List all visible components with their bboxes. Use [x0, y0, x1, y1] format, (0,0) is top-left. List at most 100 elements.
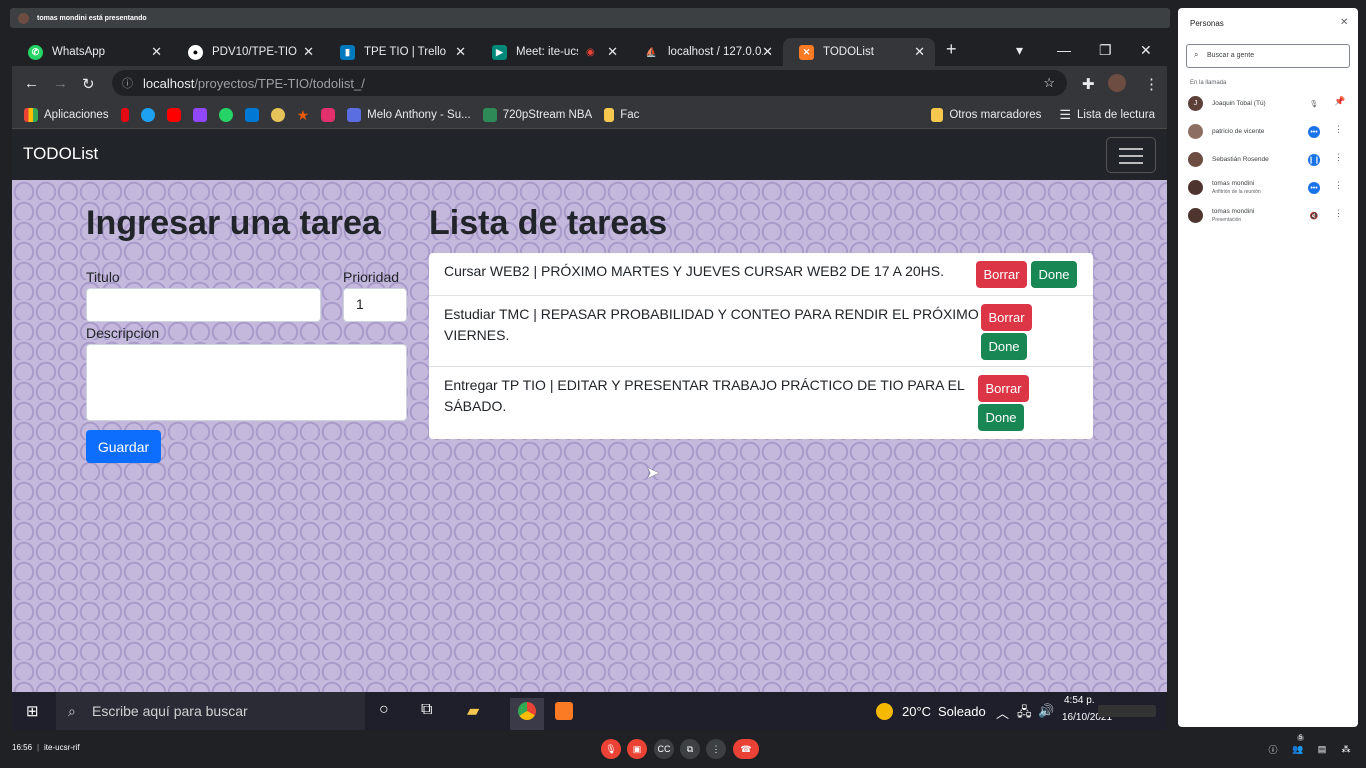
- bookmark-whatsapp[interactable]: [218, 108, 233, 122]
- more-vert-icon[interactable]: ⋮: [1334, 208, 1343, 219]
- close-panel-icon[interactable]: ✕: [1340, 17, 1348, 28]
- tab-github[interactable]: ● PDV10/TPE-TIO ✕: [172, 38, 324, 66]
- bookmark-720pstream[interactable]: 720pStream NBA: [482, 108, 592, 122]
- bookmark-melo[interactable]: Melo Anthony - Su...: [347, 108, 471, 122]
- profile-avatar[interactable]: [1108, 74, 1126, 92]
- close-icon[interactable]: ✕: [607, 44, 618, 60]
- new-tab-icon[interactable]: +: [946, 39, 957, 60]
- tab-search-icon[interactable]: ▾: [1016, 42, 1023, 59]
- window-close-icon[interactable]: ✕: [1140, 42, 1152, 59]
- bookmark-star[interactable]: ★: [297, 107, 310, 124]
- minimize-icon[interactable]: —: [1057, 42, 1071, 58]
- navbar-toggler[interactable]: [1106, 137, 1156, 173]
- chat-icon[interactable]: ▤: [1312, 739, 1332, 759]
- xampp-icon[interactable]: [555, 702, 573, 720]
- presenting-banner: tomas mondini está presentando: [10, 8, 1170, 28]
- done-button[interactable]: Done: [978, 404, 1024, 431]
- bookmark-youtube[interactable]: [166, 108, 181, 122]
- mouse-cursor-icon: ➤: [646, 465, 660, 482]
- folder-icon: [931, 108, 944, 122]
- bookmark-twitter[interactable]: [140, 108, 155, 122]
- tab-localhost[interactable]: ⛵ localhost / 127.0.0.1 ✕: [628, 38, 783, 66]
- participant-row[interactable]: tomas mondini Anfitrión de la reunión ••…: [1178, 174, 1358, 202]
- activities-icon[interactable]: ⁂: [1336, 739, 1356, 759]
- shared-screen: ✆ WhatsApp ✕ ● PDV10/TPE-TIO ✕ ▮ TPE TIO…: [12, 36, 1167, 692]
- more-vert-icon[interactable]: ⋮: [1334, 180, 1343, 191]
- meet-floating-controls[interactable]: [1098, 705, 1156, 717]
- bookmark-twitch[interactable]: [192, 108, 207, 122]
- more-vert-icon[interactable]: ⋮: [1334, 124, 1343, 135]
- participant-name: tomas mondini: [1212, 208, 1255, 215]
- participant-row[interactable]: patricio de vicente ••• ⋮: [1178, 118, 1358, 146]
- back-icon[interactable]: ←: [24, 75, 39, 92]
- done-button[interactable]: Done: [1031, 261, 1077, 288]
- camera-off-icon[interactable]: ▣: [627, 739, 647, 759]
- volume-icon[interactable]: 🔊: [1038, 703, 1054, 719]
- bookmark-lista-de-lectura[interactable]: ☰ Lista de lectura: [1059, 107, 1155, 123]
- windows-start-icon[interactable]: ⊞: [26, 702, 39, 720]
- more-options-icon[interactable]: ⋮: [706, 739, 726, 759]
- tab-whatsapp[interactable]: ✆ WhatsApp ✕: [12, 38, 172, 66]
- close-icon[interactable]: ✕: [914, 44, 925, 60]
- done-button[interactable]: Done: [981, 333, 1027, 360]
- meeting-info-icon[interactable]: ⓘ: [1263, 739, 1283, 759]
- guardar-button[interactable]: Guardar: [86, 430, 161, 463]
- file-explorer-icon[interactable]: ▰: [467, 701, 479, 721]
- bookmark-instagram[interactable]: [321, 108, 336, 122]
- bookmark-aplicaciones[interactable]: Aplicaciones: [24, 108, 109, 122]
- participant-row[interactable]: tomas mondini Presentación 🔇 ⋮: [1178, 202, 1358, 230]
- close-icon[interactable]: ✕: [762, 44, 773, 60]
- chrome-tabstrip: ✆ WhatsApp ✕ ● PDV10/TPE-TIO ✕ ▮ TPE TIO…: [12, 36, 1167, 66]
- participant-row[interactable]: Sebastián Rosende ❙❙ ⋮: [1178, 146, 1358, 174]
- prioridad-input[interactable]: 1: [343, 288, 407, 322]
- more-vert-icon[interactable]: ⋮: [1334, 152, 1343, 163]
- close-icon[interactable]: ✕: [455, 44, 466, 60]
- captions-icon[interactable]: CC: [654, 739, 674, 759]
- borrar-button[interactable]: Borrar: [976, 261, 1027, 288]
- bookmark-fac[interactable]: Fac: [604, 108, 639, 122]
- site-brand[interactable]: TODOList: [23, 144, 98, 164]
- tab-trello[interactable]: ▮ TPE TIO | Trello ✕: [324, 38, 476, 66]
- network-icon[interactable]: 🖧: [1017, 703, 1032, 725]
- mic-off-icon[interactable]: 🎙: [601, 739, 621, 759]
- bookmark-crunchyroll[interactable]: [270, 108, 285, 122]
- form-title: Ingresar una tarea: [86, 204, 381, 242]
- task-view-icon[interactable]: ⧉: [421, 701, 432, 719]
- bookmark-netflix[interactable]: [120, 108, 129, 122]
- borrar-button[interactable]: Borrar: [981, 304, 1032, 331]
- hang-up-icon[interactable]: ☎: [733, 739, 759, 759]
- list-item: Cursar WEB2 | PRÓXIMO MARTES Y JUEVES CU…: [429, 253, 1093, 296]
- taskbar-search[interactable]: ⌕ Escribe aquí para buscar: [56, 692, 365, 730]
- presenter-avatar: [18, 12, 29, 24]
- titulo-input[interactable]: [86, 288, 321, 322]
- present-icon[interactable]: ⧉: [680, 739, 700, 759]
- tab-todolist[interactable]: ✕ TODOList ✕: [783, 38, 935, 66]
- maximize-icon[interactable]: ❐: [1099, 42, 1112, 59]
- people-search-input[interactable]: ⌕ Buscar a gente: [1186, 44, 1350, 68]
- pin-icon[interactable]: 📌: [1334, 96, 1345, 107]
- reading-list-icon: ☰: [1059, 107, 1071, 122]
- reload-icon[interactable]: ↻: [82, 75, 95, 93]
- descripcion-textarea[interactable]: [86, 344, 407, 421]
- close-icon[interactable]: ✕: [151, 44, 162, 60]
- address-bar[interactable]: ⓘ localhost/proyectos/TPE-TIO/todolist_/…: [112, 70, 1067, 96]
- participant-row[interactable]: J Joaquin Tobal (Tú) 🎙 📌: [1178, 90, 1358, 118]
- bookmark-otros-marcadores[interactable]: Otros marcadores: [931, 108, 1041, 122]
- site-navbar: TODOList: [12, 129, 1167, 180]
- borrar-button[interactable]: Borrar: [978, 375, 1029, 402]
- participant-name: Sebastián Rosende: [1212, 156, 1269, 163]
- bookmark-outlook[interactable]: [244, 108, 259, 122]
- menu-dots-icon[interactable]: ⋮: [1144, 75, 1159, 93]
- more-activity-icon: •••: [1308, 126, 1320, 138]
- extensions-icon[interactable]: ✚: [1082, 75, 1095, 93]
- presenting-text: tomas mondini está presentando: [37, 14, 147, 22]
- meeting-time: 16:56: [12, 743, 33, 752]
- participant-role: Presentación: [1212, 217, 1242, 223]
- chevron-up-icon[interactable]: ︿: [996, 703, 1009, 722]
- forward-icon[interactable]: →: [53, 75, 68, 92]
- people-icon[interactable]: 👥: [1288, 739, 1308, 759]
- close-icon[interactable]: ✕: [303, 44, 314, 60]
- tab-meet[interactable]: ▶ Meet: ite-ucsr- ◉ ✕: [476, 38, 628, 66]
- bookmark-star-icon[interactable]: ☆: [1043, 75, 1055, 91]
- cortana-icon[interactable]: ○: [379, 701, 389, 719]
